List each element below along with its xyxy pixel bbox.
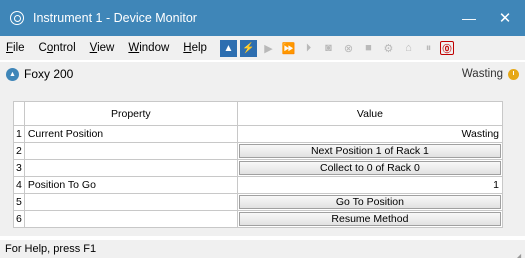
- row-index: 1: [13, 125, 25, 143]
- device-header: ▲ Foxy 200 Wasting: [0, 62, 525, 86]
- menu-help[interactable]: Help: [176, 42, 214, 54]
- collect-button[interactable]: Collect to 0 of Rack 0: [238, 161, 501, 175]
- table-row: 5 Go To Position: [13, 193, 504, 211]
- status-text: For Help, press F1: [5, 243, 97, 255]
- menu-file[interactable]: File: [0, 42, 32, 54]
- minimize-button[interactable]: —: [451, 0, 487, 36]
- toolbar: ▲ ⚡ ▶ ⏩ ⏵ ◙ ⊗ ■ ⚙ ⌂ ⏸ ⓪: [219, 39, 457, 57]
- camera-icon[interactable]: ◙: [320, 40, 337, 57]
- table-row: 4 Position To Go 1: [13, 176, 504, 194]
- collapse-icon[interactable]: ▲: [6, 67, 19, 81]
- clock-icon: [508, 68, 519, 80]
- app-icon: [10, 11, 24, 25]
- pause-icon[interactable]: ⏸: [420, 40, 437, 57]
- row-index: 3: [13, 159, 25, 177]
- step-icon[interactable]: ⏵: [300, 40, 317, 57]
- row-value: Go To Position: [236, 193, 504, 211]
- rack-icon[interactable]: ⌂: [400, 40, 417, 57]
- menu-window[interactable]: Window: [121, 42, 176, 54]
- table-row: 1 Current Position Wasting: [13, 125, 504, 143]
- next-position-button[interactable]: Next Position 1 of Rack 1: [238, 144, 501, 158]
- abort-icon[interactable]: ⓪: [439, 41, 454, 55]
- header-property: Property: [23, 101, 238, 126]
- tools-icon[interactable]: ⚙: [380, 40, 397, 57]
- menu-control[interactable]: Control: [32, 42, 83, 54]
- property-grid: Property Value 1 Current Position Wastin…: [13, 101, 504, 228]
- row-index: 4: [13, 176, 25, 194]
- row-property: Position To Go: [23, 176, 238, 194]
- resume-method-button[interactable]: Resume Method: [238, 212, 501, 226]
- menu-bar: File Control View Window Help ▲ ⚡ ▶ ⏩ ⏵ …: [0, 36, 525, 60]
- row-property: [23, 142, 238, 160]
- row-value: Next Position 1 of Rack 1: [236, 142, 504, 160]
- row-value: Wasting: [236, 125, 504, 143]
- grid-header-row: Property Value: [13, 101, 504, 126]
- close-button[interactable]: ✕: [487, 0, 523, 36]
- play-icon[interactable]: ▶: [260, 40, 277, 57]
- row-value: Collect to 0 of Rack 0: [236, 159, 504, 177]
- table-row: 6 Resume Method: [13, 210, 504, 228]
- row-index: 2: [13, 142, 25, 160]
- status-bar: For Help, press F1 ◢: [0, 240, 525, 258]
- header-value: Value: [236, 101, 504, 126]
- device-name: Foxy 200: [24, 67, 74, 81]
- table-row: 2 Next Position 1 of Rack 1: [13, 142, 504, 160]
- row-property: Current Position: [23, 125, 238, 143]
- row-index: 5: [13, 193, 25, 211]
- mode-b-icon[interactable]: ⚡: [239, 39, 257, 57]
- stop-icon[interactable]: ■: [360, 40, 377, 57]
- title-bar: Instrument 1 - Device Monitor — ✕: [0, 0, 525, 36]
- menu-view[interactable]: View: [83, 42, 122, 54]
- position-to-go-field[interactable]: 1: [236, 176, 504, 194]
- resize-grip-icon[interactable]: ◢: [515, 248, 523, 258]
- window-title: Instrument 1 - Device Monitor: [33, 11, 197, 25]
- property-grid-area: Property Value 1 Current Position Wastin…: [0, 86, 525, 236]
- header-index: [13, 101, 25, 126]
- row-property: [23, 159, 238, 177]
- row-index: 6: [13, 210, 25, 228]
- device-status: Wasting: [461, 68, 503, 80]
- row-property: [23, 193, 238, 211]
- fast-forward-icon[interactable]: ⏩: [280, 40, 297, 57]
- row-value: Resume Method: [236, 210, 504, 228]
- cancel-icon[interactable]: ⊗: [340, 40, 357, 57]
- go-to-position-button[interactable]: Go To Position: [238, 195, 501, 209]
- mode-a-icon[interactable]: ▲: [219, 39, 237, 57]
- table-row: 3 Collect to 0 of Rack 0: [13, 159, 504, 177]
- row-property: [23, 210, 238, 228]
